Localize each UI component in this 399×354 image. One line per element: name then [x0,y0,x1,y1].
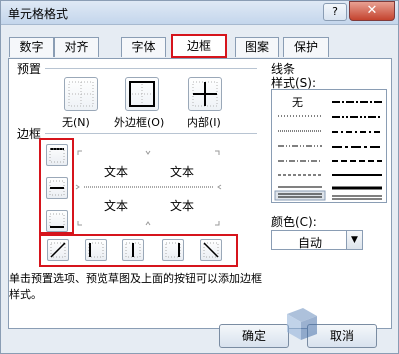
tab-alignment[interactable]: 对齐 [54,37,99,57]
tab-protection[interactable]: 保护 [283,37,329,57]
border-inside-horizontal-button[interactable] [46,177,68,199]
ok-button[interactable]: 确定 [219,324,289,348]
watermark-logo [281,304,393,344]
border-diagonal-down-button[interactable] [200,239,222,261]
dialog-title: 单元格格式 [8,7,69,21]
border-inside-vertical-icon [125,242,141,258]
title-bar[interactable]: 单元格格式 ? ✕ [1,1,398,25]
presets-divider [45,68,257,69]
border-bottom-icon [49,213,65,228]
diagonal-up-icon [50,242,66,258]
format-cells-dialog: 单元格格式 ? ✕ 数字 对齐 字体 边框 图案 保护 预置 无(N) 外边框(… [0,0,399,354]
preview-cell-text: 文本 [170,165,195,179]
presets-heading: 预置 [17,62,42,76]
preset-none-label: 无(N) [62,116,90,129]
preset-outline-label: 外边框(O) [114,116,165,129]
close-button[interactable]: ✕ [349,1,395,21]
border-right-icon [165,242,181,258]
preview-cell-text: 文本 [104,199,129,213]
border-preview[interactable]: 文本 文本 文本 文本 [74,149,223,227]
border-left-button[interactable] [85,239,107,261]
preset-inside-label: 内部(I) [187,116,221,129]
border-diagonal-up-button[interactable] [47,239,69,261]
tab-font[interactable]: 字体 [121,37,166,57]
line-color-select[interactable]: 自动 ▼ [271,230,363,250]
border-bottom-button[interactable] [46,210,68,232]
preset-outline-button[interactable] [125,77,159,111]
border-top-icon [49,148,65,163]
line-color-value: 自动 [298,236,323,250]
tab-patterns[interactable]: 图案 [235,37,279,57]
preset-none-button[interactable] [64,77,98,111]
border-divider [45,133,257,134]
border-right-button[interactable] [162,239,184,261]
line-style-list[interactable]: 无 [271,89,387,203]
tab-number[interactable]: 数字 [9,37,54,57]
tab-border[interactable]: 边框 [171,34,227,58]
line-color-label: 颜色(C): [271,215,317,229]
preview-cell-text: 文本 [104,165,129,179]
border-top-button[interactable] [46,144,68,166]
preset-outline-icon [129,81,155,107]
preview-cell-text: 文本 [170,199,195,213]
border-heading: 边框 [17,127,42,141]
preset-none-icon [68,81,94,107]
chevron-down-icon[interactable]: ▼ [346,231,362,249]
border-left-icon [88,242,104,258]
border-inside-horizontal-icon [49,180,65,196]
preset-inside-button[interactable] [188,77,222,111]
line-style-samples [274,101,382,201]
hint-text: 单击预置选项、预览草图及上面的按钮可以添加边框样式。 [9,272,262,301]
border-inside-vertical-button[interactable] [122,239,144,261]
diagonal-down-icon [203,242,219,258]
help-button[interactable]: ? [323,3,347,21]
preset-inside-icon [192,81,218,107]
preview-grid [75,150,222,226]
